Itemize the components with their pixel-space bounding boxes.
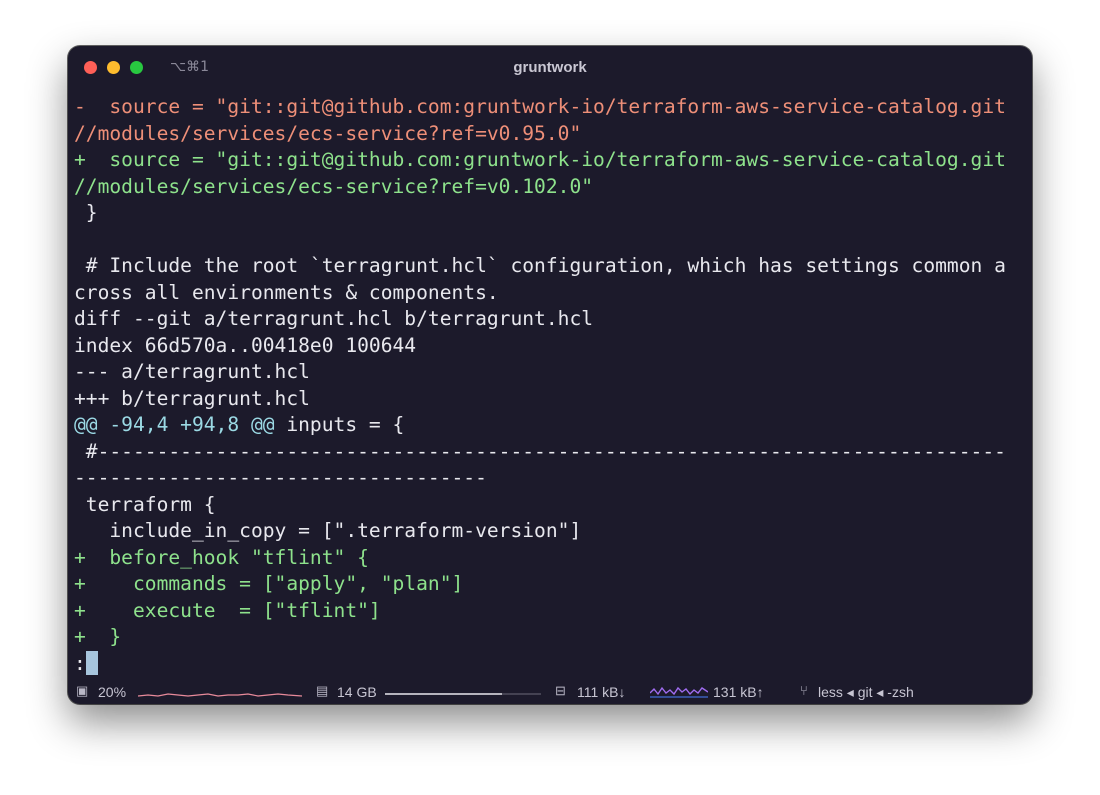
cpu-sparkline	[138, 693, 302, 697]
terminal-line: }	[74, 200, 1029, 227]
line-text: + before_hook "tflint" {	[74, 545, 369, 569]
hunk-context: inputs = {	[274, 413, 405, 436]
terminal-line: terraform {	[74, 492, 1029, 519]
terminal-line: diff --git a/terragrunt.hcl b/terragrunt…	[74, 306, 1029, 333]
memory-usage: 14 GB	[337, 684, 377, 700]
line-text: +++ b/terragrunt.hcl	[74, 386, 310, 410]
cpu-usage: 20%	[98, 684, 127, 700]
line-text: # Include the root `terragrunt.hcl` conf…	[74, 254, 1006, 277]
terminal-line: cross all environments & components.	[74, 280, 1029, 307]
terminal-window: ⌥⌘1 gruntwork - source = "git::git@githu…	[68, 46, 1032, 704]
terminal-line: + execute = ["tflint"]	[74, 598, 1029, 625]
text-cursor	[85, 650, 98, 675]
terminal-line: -----------------------------------	[74, 465, 1029, 492]
hunk-header: @@ -94,4 +94,8 @@	[74, 413, 275, 436]
status-bar: ▣ 20% ▤ 14 GB ⊟ 111 kB↓ 131 kB↑ ⑂ less ◂…	[68, 680, 1032, 704]
line-text: cross all environments & components.	[74, 280, 499, 304]
terminal-line: //modules/services/ecs-service?ref=v0.10…	[74, 174, 1029, 201]
pager-prompt: :	[74, 651, 86, 675]
terminal-output[interactable]: - source = "git::git@github.com:gruntwor…	[74, 94, 1029, 677]
terminal-line: //modules/services/ecs-service?ref=v0.95…	[74, 121, 1029, 148]
line-text: }	[74, 201, 98, 224]
upload-rate: 131 kB↑	[713, 684, 764, 700]
window-title: gruntwork	[513, 59, 587, 76]
line-text: index 66d570a..00418e0 100644	[74, 333, 417, 357]
memory-icon: ▤	[316, 683, 329, 698]
terminal-line: + }	[74, 624, 1029, 651]
terminal-line: - source = "git::git@github.com:gruntwor…	[74, 94, 1029, 121]
terminal-line: @@ -94,4 +94,8 @@ inputs = {	[74, 412, 1029, 439]
memory-bar	[385, 693, 541, 695]
line-text: #---------------------------------------…	[74, 439, 1006, 463]
download-rate: 111 kB↓	[577, 684, 626, 700]
line-text: include_in_copy = [".terraform-version"]	[74, 519, 582, 542]
line-text: //modules/services/ecs-service?ref=v0.10…	[74, 174, 594, 198]
line-text: - source = "git::git@github.com:gruntwor…	[74, 95, 1006, 118]
line-text: terraform {	[74, 492, 216, 516]
terminal-line: + commands = ["apply", "plan"]	[74, 571, 1029, 598]
process-chain: less ◂ git ◂ -zsh	[818, 684, 914, 700]
line-text: diff --git a/terragrunt.hcl b/terragrunt…	[74, 307, 594, 330]
terminal-line: + before_hook "tflint" {	[74, 545, 1029, 572]
git-branch-icon: ⑂	[800, 683, 808, 698]
line-text: //modules/services/ecs-service?ref=v0.95…	[74, 121, 582, 145]
pager-prompt-line[interactable]: :	[74, 650, 1029, 678]
terminal-line: + source = "git::git@github.com:gruntwor…	[74, 147, 1029, 174]
line-text: + }	[74, 625, 122, 648]
line-text: + commands = ["apply", "plan"]	[74, 572, 464, 595]
terminal-line: +++ b/terragrunt.hcl	[74, 386, 1029, 413]
line-text: -----------------------------------	[74, 466, 487, 489]
terminal-line: #---------------------------------------…	[74, 439, 1029, 466]
terminal-line: include_in_copy = [".terraform-version"]	[74, 518, 1029, 545]
line-text: --- a/terragrunt.hcl	[74, 360, 310, 383]
network-icon: ⊟	[555, 683, 566, 698]
title-bar: ⌥⌘1 gruntwork	[68, 46, 1032, 90]
terminal-line: # Include the root `terragrunt.hcl` conf…	[74, 253, 1029, 280]
line-text: + execute = ["tflint"]	[74, 598, 381, 622]
cpu-icon: ▣	[76, 683, 89, 698]
network-sparkline	[650, 686, 708, 698]
terminal-line: index 66d570a..00418e0 100644	[74, 333, 1029, 360]
terminal-line: --- a/terragrunt.hcl	[74, 359, 1029, 386]
line-text: + source = "git::git@github.com:gruntwor…	[74, 148, 1006, 171]
